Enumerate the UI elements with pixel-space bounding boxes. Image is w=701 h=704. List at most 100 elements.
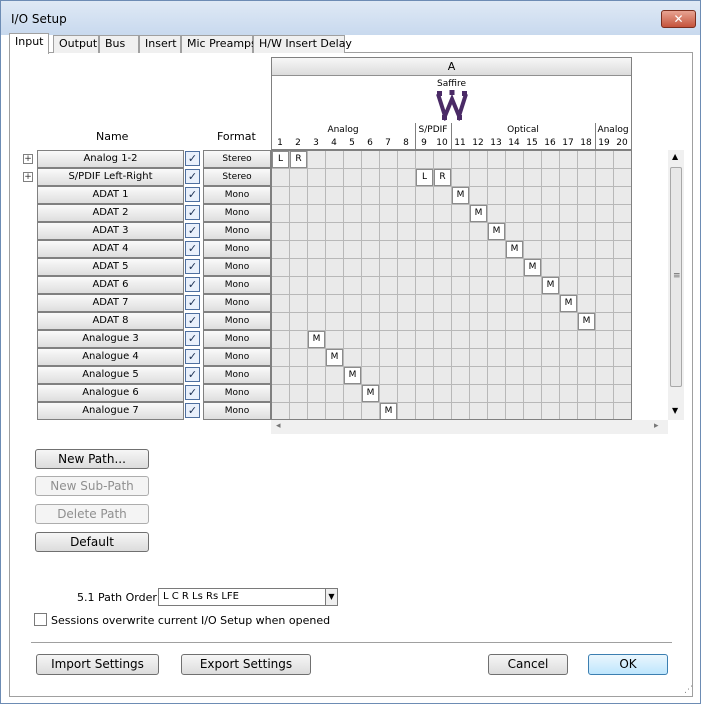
grid-line xyxy=(272,258,631,259)
path-active-checkbox[interactable]: ✓ xyxy=(185,403,200,418)
close-button[interactable]: ✕ xyxy=(661,10,696,28)
channel-assignment-cell[interactable]: L xyxy=(272,151,289,168)
path-active-checkbox[interactable]: ✓ xyxy=(185,277,200,292)
name-column-header: Name xyxy=(96,130,129,143)
path-name-button[interactable]: ADAT 1 xyxy=(37,186,184,204)
path-active-checkbox[interactable]: ✓ xyxy=(185,151,200,166)
path-active-checkbox[interactable]: ✓ xyxy=(185,223,200,238)
channel-assignment-cell[interactable]: M xyxy=(344,367,361,384)
grid-line xyxy=(325,151,326,419)
tab-mic-preamps[interactable]: Mic Preamps xyxy=(181,35,257,53)
path-name-button[interactable]: ADAT 5 xyxy=(37,258,184,276)
scroll-left-icon[interactable]: ◂ xyxy=(276,421,281,431)
path-name-button[interactable]: Analogue 6 xyxy=(37,384,184,402)
path-active-checkbox[interactable]: ✓ xyxy=(185,187,200,202)
path-name-button[interactable]: S/PDIF Left-Right xyxy=(37,168,184,186)
scroll-up-icon[interactable]: ▲ xyxy=(672,152,678,161)
path-format-button[interactable]: Mono xyxy=(203,402,271,420)
path-format-button[interactable]: Mono xyxy=(203,330,271,348)
import-settings-button[interactable]: Import Settings xyxy=(36,654,159,675)
channel-assignment-cell[interactable]: M xyxy=(578,313,595,330)
path-name-button[interactable]: ADAT 7 xyxy=(37,294,184,312)
path-format-button[interactable]: Mono xyxy=(203,384,271,402)
path-format-button[interactable]: Stereo xyxy=(203,150,271,168)
path-active-checkbox[interactable]: ✓ xyxy=(185,349,200,364)
plus-icon[interactable]: + xyxy=(23,172,33,182)
channel-assignment-cell[interactable]: M xyxy=(326,349,343,366)
path-format-button[interactable]: Stereo xyxy=(203,168,271,186)
channel-assignment-cell[interactable]: M xyxy=(470,205,487,222)
scroll-down-icon[interactable]: ▼ xyxy=(672,406,678,415)
path-format-button[interactable]: Mono xyxy=(203,258,271,276)
vertical-scroll-thumb[interactable]: ≡ xyxy=(670,167,682,387)
path-name-button[interactable]: Analogue 3 xyxy=(37,330,184,348)
scroll-right-icon[interactable]: ▸ xyxy=(654,421,659,431)
default-button[interactable]: Default xyxy=(35,532,149,552)
cancel-button[interactable]: Cancel xyxy=(488,654,568,675)
channel-assignment-cell[interactable]: M xyxy=(488,223,505,240)
new-path-button[interactable]: New Path... xyxy=(35,449,149,469)
path-name-button[interactable]: Analogue 4 xyxy=(37,348,184,366)
path-format-button[interactable]: Mono xyxy=(203,204,271,222)
path-active-checkbox[interactable]: ✓ xyxy=(185,385,200,400)
path-name-button[interactable]: Analogue 7 xyxy=(37,402,184,420)
grid-line xyxy=(272,384,631,385)
channel-assignment-cell[interactable]: M xyxy=(542,277,559,294)
delete-path-button[interactable]: Delete Path xyxy=(35,504,149,524)
channel-assignment-cell[interactable]: R xyxy=(434,169,451,186)
path-order-select[interactable]: L C R Ls Rs LFE ▼ xyxy=(158,588,338,606)
path-active-checkbox[interactable]: ✓ xyxy=(185,205,200,220)
tab-bus[interactable]: Bus xyxy=(99,35,139,53)
grid-line xyxy=(272,330,631,331)
device-section-bar[interactable]: A xyxy=(272,58,631,76)
channel-assignment-cell[interactable]: M xyxy=(362,385,379,402)
path-name-button[interactable]: Analog 1-2 xyxy=(37,150,184,168)
path-name-button[interactable]: ADAT 4 xyxy=(37,240,184,258)
channel-assignment-cell[interactable]: M xyxy=(524,259,541,276)
path-name-button[interactable]: ADAT 8 xyxy=(37,312,184,330)
sessions-overwrite-checkbox[interactable] xyxy=(34,613,47,626)
path-active-checkbox[interactable]: ✓ xyxy=(185,367,200,382)
path-active-checkbox[interactable]: ✓ xyxy=(185,331,200,346)
horizontal-scrollbar[interactable] xyxy=(271,420,668,434)
path-format-button[interactable]: Mono xyxy=(203,186,271,204)
resize-grip-icon[interactable]: ⋰ xyxy=(684,685,696,697)
path-name-button[interactable]: ADAT 2 xyxy=(37,204,184,222)
new-sub-path-button[interactable]: New Sub-Path xyxy=(35,476,149,496)
channel-number: 9 xyxy=(421,138,427,148)
path-format-button[interactable]: Mono xyxy=(203,276,271,294)
path-format-button[interactable]: Mono xyxy=(203,348,271,366)
path-active-checkbox[interactable]: ✓ xyxy=(185,169,200,184)
grid-line xyxy=(487,151,488,419)
tab-input[interactable]: Input xyxy=(9,33,49,54)
channel-assignment-cell[interactable]: M xyxy=(308,331,325,348)
routing-grid[interactable]: LRLRMMMMMMMMMMMMM xyxy=(271,150,632,420)
chevron-down-icon[interactable]: ▼ xyxy=(325,589,337,605)
path-active-checkbox[interactable]: ✓ xyxy=(185,313,200,328)
channel-assignment-cell[interactable]: M xyxy=(506,241,523,258)
path-name-button[interactable]: ADAT 3 xyxy=(37,222,184,240)
path-format-button[interactable]: Mono xyxy=(203,240,271,258)
tab-hw-insert-delay[interactable]: H/W Insert Delay xyxy=(253,35,352,53)
path-active-checkbox[interactable]: ✓ xyxy=(185,259,200,274)
grid-line xyxy=(559,151,560,419)
grid-line xyxy=(361,151,362,419)
channel-assignment-cell[interactable]: M xyxy=(560,295,577,312)
channel-assignment-cell[interactable]: M xyxy=(380,403,397,419)
path-format-button[interactable]: Mono xyxy=(203,294,271,312)
path-active-checkbox[interactable]: ✓ xyxy=(185,295,200,310)
tab-output[interactable]: Output xyxy=(53,35,99,53)
channel-assignment-cell[interactable]: L xyxy=(416,169,433,186)
ok-button[interactable]: OK xyxy=(588,654,668,675)
channel-assignment-cell[interactable]: R xyxy=(290,151,307,168)
path-name-button[interactable]: Analogue 5 xyxy=(37,366,184,384)
plus-icon[interactable]: + xyxy=(23,154,33,164)
path-active-checkbox[interactable]: ✓ xyxy=(185,241,200,256)
path-format-button[interactable]: Mono xyxy=(203,312,271,330)
path-name-button[interactable]: ADAT 6 xyxy=(37,276,184,294)
tab-insert[interactable]: Insert xyxy=(139,35,181,53)
path-format-button[interactable]: Mono xyxy=(203,366,271,384)
path-format-button[interactable]: Mono xyxy=(203,222,271,240)
export-settings-button[interactable]: Export Settings xyxy=(181,654,311,675)
channel-assignment-cell[interactable]: M xyxy=(452,187,469,204)
